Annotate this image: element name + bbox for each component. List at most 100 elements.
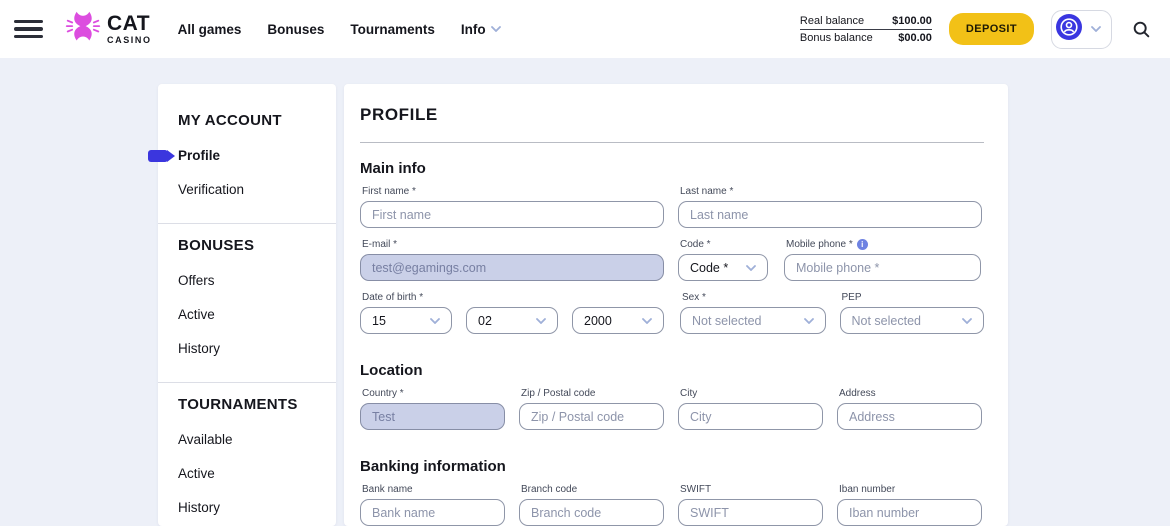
address-field-group: Address [837,388,982,430]
bank-name-label: Bank name [362,484,505,495]
logo[interactable]: CAT CASINO [65,9,152,50]
sidebar-section-bonuses: BONUSES Offers Active History [158,223,336,376]
mobile-phone-field-group: Mobile phone * i [784,239,981,281]
dob-day-field-group: Date of birth * 15 [360,292,452,334]
form-row-banking: Bank name Branch code SWIFT Iban number [360,484,984,526]
first-name-field-group: First name * [360,186,664,228]
info-icon[interactable]: i [857,239,868,250]
hamburger-menu-icon[interactable] [14,20,43,39]
nav-link-tournaments[interactable]: Tournaments [350,22,435,37]
real-balance-row: Real balance $100.00 [800,13,932,30]
avatar [1056,14,1082,45]
last-name-label: Last name * [680,186,982,197]
sex-value: Not selected [692,314,761,328]
swift-field-group: SWIFT [678,484,823,526]
zip-field[interactable] [519,403,664,430]
swift-label: SWIFT [680,484,823,495]
title-divider [360,142,984,143]
sex-select[interactable]: Not selected [680,307,826,334]
last-name-field[interactable] [678,201,982,228]
top-navbar: CAT CASINO All games Bonuses Tournaments… [0,0,1170,58]
sidebar-item-bonuses-active[interactable]: Active [178,304,336,325]
sidebar-item-bonuses-history[interactable]: History [178,338,336,359]
country-label: Country * [362,388,505,399]
address-field[interactable] [837,403,982,430]
dob-month-value: 02 [478,314,492,328]
logo-title: CAT [107,13,152,34]
balance-widget: Real balance $100.00 Bonus balance $00.0… [800,13,932,46]
navbar-right: Real balance $100.00 Bonus balance $00.0… [800,10,1154,49]
sex-field-group: Sex * Not selected [680,292,826,334]
active-item-pointer-icon [148,150,168,162]
iban-field-group: Iban number [837,484,982,526]
form-row-names: First name * Last name * [360,186,984,228]
iban-label: Iban number [839,484,982,495]
profile-panel: PROFILE Main info First name * Last name… [344,84,1008,526]
search-button[interactable] [1129,17,1154,42]
branch-code-field-group: Branch code [519,484,664,526]
phone-code-value: Code * [690,261,728,275]
country-field [360,403,505,430]
sidebar-heading-tournaments: TOURNAMENTS [178,396,336,413]
bonus-balance-label: Bonus balance [800,32,873,44]
email-label: E-mail * [362,239,664,250]
sidebar-item-offers[interactable]: Offers [178,270,336,291]
country-field-group: Country * [360,388,505,430]
city-field[interactable] [678,403,823,430]
logo-subtitle: CASINO [107,36,152,45]
sidebar-item-available[interactable]: Available [178,429,336,450]
dob-month-label [468,292,558,303]
date-of-birth-label: Date of birth * [362,292,452,303]
branch-code-field[interactable] [519,499,664,526]
sidebar-item-tournaments-history[interactable]: History [178,497,336,518]
banking-heading: Banking information [360,458,984,475]
real-balance-label: Real balance [800,15,864,27]
bank-name-field[interactable] [360,499,505,526]
pep-select[interactable]: Not selected [840,307,985,334]
main-info-heading: Main info [360,160,984,177]
sidebar-item-tournaments-active[interactable]: Active [178,463,336,484]
deposit-button[interactable]: DEPOSIT [949,13,1034,45]
account-menu[interactable] [1051,10,1112,49]
iban-field[interactable] [837,499,982,526]
dob-month-select[interactable]: 02 [466,307,558,334]
phone-group: Code * Code * Mobile phone * i [678,239,981,281]
phone-code-select[interactable]: Code * [678,254,768,281]
cat-logo-icon [65,9,101,50]
dob-day-select[interactable]: 15 [360,307,452,334]
swift-field[interactable] [678,499,823,526]
phone-code-field-group: Code * Code * [678,239,768,281]
date-of-birth-group: Date of birth * 15 02 2 [360,292,664,334]
sex-label: Sex * [682,292,826,303]
dob-year-value: 2000 [584,314,612,328]
nav-link-bonuses[interactable]: Bonuses [267,22,324,37]
sidebar-item-verification[interactable]: Verification [178,179,336,200]
pep-field-group: PEP Not selected [840,292,985,334]
nav-link-info[interactable]: Info [461,22,501,37]
city-label: City [680,388,823,399]
main-nav: All games Bonuses Tournaments Info [178,22,501,37]
mobile-phone-label-text: Mobile phone * [786,239,853,250]
nav-link-info-label: Info [461,22,486,37]
dob-year-select[interactable]: 2000 [572,307,664,334]
dob-year-field-group: 2000 [572,292,664,334]
chevron-down-icon [746,265,756,271]
dob-year-label [574,292,664,303]
location-heading: Location [360,362,984,379]
sidebar-heading-my-account: MY ACCOUNT [178,112,336,129]
first-name-label: First name * [362,186,664,197]
first-name-field[interactable] [360,201,664,228]
dob-month-field-group: 02 [466,292,558,334]
chevron-down-icon [642,318,652,324]
pep-value: Not selected [852,314,921,328]
mobile-phone-field[interactable] [784,254,981,281]
phone-code-label: Code * [680,239,768,250]
chevron-down-icon [491,26,501,32]
chevron-down-icon [430,318,440,324]
sidebar-heading-bonuses: BONUSES [178,237,336,254]
account-sidebar: MY ACCOUNT Profile Verification BONUSES … [158,84,336,526]
nav-link-all-games[interactable]: All games [178,22,242,37]
zip-field-group: Zip / Postal code [519,388,664,430]
address-label: Address [839,388,982,399]
sidebar-item-profile[interactable]: Profile [178,145,336,166]
